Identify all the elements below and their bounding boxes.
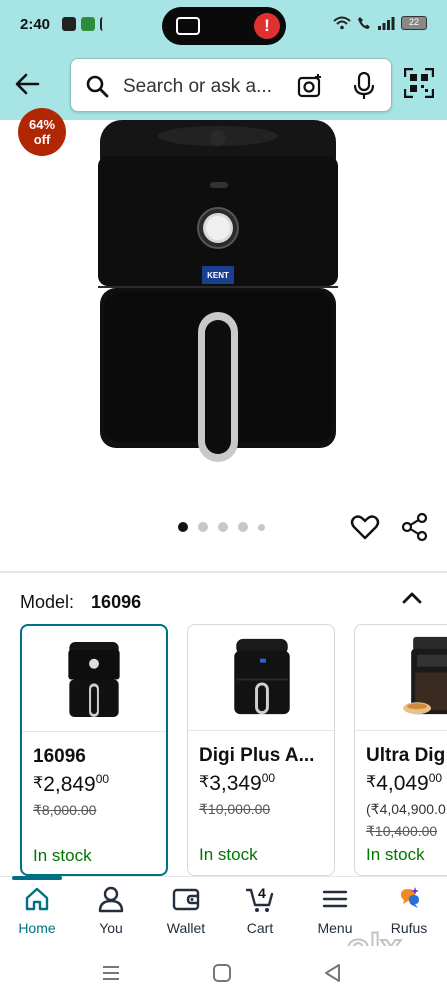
price-paise: 00 (95, 772, 110, 786)
currency-symbol: ₹ (366, 774, 377, 791)
variant-name: Ultra Dig (366, 745, 446, 766)
wifi-icon (333, 16, 351, 30)
section-divider (0, 571, 447, 573)
variant-mrp: ₹10,000.00 (199, 801, 271, 817)
back-arrow-icon[interactable] (10, 66, 46, 102)
status-right-icons: 22 (333, 16, 427, 30)
model-label: Model: (20, 592, 75, 612)
variant-mrp: ₹10,400.00 (366, 823, 438, 839)
heart-icon[interactable] (350, 512, 380, 542)
variant-price: ₹3,34900 (199, 771, 275, 796)
variant-price: ₹2,84900 (33, 772, 109, 797)
price-rupees: 2,849 (43, 773, 96, 796)
home-button-icon[interactable] (211, 962, 233, 984)
variant-image (355, 636, 447, 731)
variant-name: Digi Plus A... (199, 745, 315, 766)
nav-label: Cart (246, 920, 274, 936)
carousel-dot[interactable] (198, 522, 208, 532)
price-rupees: 3,349 (209, 772, 262, 795)
variant-mrp: ₹8,000.00 (33, 802, 97, 818)
carousel-dots (178, 522, 265, 532)
qr-scan-icon[interactable] (404, 68, 434, 98)
nav-label: Wallet (166, 920, 206, 936)
lock-icon (62, 17, 76, 31)
carousel-dot[interactable] (238, 522, 248, 532)
status-time: 2:40 (20, 16, 51, 33)
variant-stock-status: In stock (199, 845, 258, 864)
menu-icon (322, 890, 348, 908)
search-input[interactable]: Search or ask a... (123, 76, 272, 98)
microphone-icon[interactable] (353, 72, 375, 100)
bluetooth-icon (100, 17, 108, 31)
system-navigation-bar (0, 946, 447, 1000)
nav-cart[interactable]: 4 Cart (223, 885, 297, 936)
variant-unit-price: (₹4,04,900.0 (366, 801, 446, 817)
alert-icon: ! (254, 13, 280, 39)
wallet-shield-icon (176, 17, 200, 35)
carousel-dot[interactable] (178, 522, 188, 532)
discount-badge: 64% off (18, 108, 66, 156)
status-notification-icons (62, 17, 108, 31)
product-image[interactable]: KENT (90, 116, 346, 466)
variant-card[interactable]: Digi Plus A... ₹3,34900 ₹10,000.00 In st… (187, 624, 335, 876)
rufus-icon (401, 887, 419, 908)
model-selector-header: Model: 16096 (20, 592, 141, 613)
discount-off-label: off (33, 132, 51, 147)
carousel-dot[interactable] (218, 522, 228, 532)
status-bar: 2:40 ! 22 (0, 0, 447, 52)
nav-you[interactable]: You (74, 885, 148, 936)
call-icon (358, 17, 370, 29)
search-bar[interactable]: Search or ask a... (70, 58, 392, 112)
camera-lens-icon[interactable] (297, 73, 323, 99)
discount-percent: 64% (28, 117, 56, 132)
variant-stock-status: In stock (366, 845, 425, 864)
battery-icon: 22 (401, 16, 427, 30)
variant-card[interactable]: 16096 ₹2,84900 ₹8,000.00 In stock (20, 624, 168, 876)
search-icon (86, 75, 109, 98)
wallet-icon (172, 888, 200, 911)
person-icon (98, 886, 124, 913)
app-notification-icon (81, 17, 95, 31)
active-tab-indicator (12, 876, 62, 880)
search-header: Search or ask a... (0, 52, 447, 120)
currency-symbol: ₹ (199, 774, 210, 791)
share-icon[interactable] (400, 512, 430, 542)
variant-image (188, 638, 334, 731)
home-icon (25, 887, 49, 911)
dynamic-island-pill: ! (162, 7, 286, 45)
variant-stock-status: In stock (33, 846, 92, 865)
variant-name: 16096 (33, 746, 86, 767)
nav-label: You (99, 920, 123, 936)
app-screen: 2:40 ! 22 Search or ask a... 64% off KEN… (0, 0, 447, 1000)
variant-card-list: 16096 ₹2,84900 ₹8,000.00 In stock Digi P… (0, 624, 447, 876)
nav-label: Home (18, 920, 56, 936)
brand-logo: KENT (207, 271, 229, 280)
price-rupees: 4,049 (376, 772, 429, 795)
chevron-up-icon[interactable] (400, 586, 424, 610)
variant-card[interactable]: Ultra Dig ₹4,04900 (₹4,04,900.0 ₹10,400.… (354, 624, 447, 876)
signal-icon (378, 17, 395, 30)
model-value: 16096 (91, 592, 142, 612)
recent-apps-icon[interactable] (100, 962, 122, 984)
cart-count-badge: 4 (258, 885, 266, 901)
variant-price: ₹4,04900 (366, 771, 442, 796)
variant-image (22, 642, 166, 732)
back-triangle-icon[interactable] (322, 962, 344, 984)
nav-wallet[interactable]: Wallet (149, 885, 223, 936)
currency-symbol: ₹ (33, 775, 44, 792)
carousel-dot[interactable] (258, 523, 265, 531)
price-paise: 00 (428, 771, 443, 785)
price-paise: 00 (261, 771, 276, 785)
nav-home[interactable]: Home (0, 885, 74, 936)
